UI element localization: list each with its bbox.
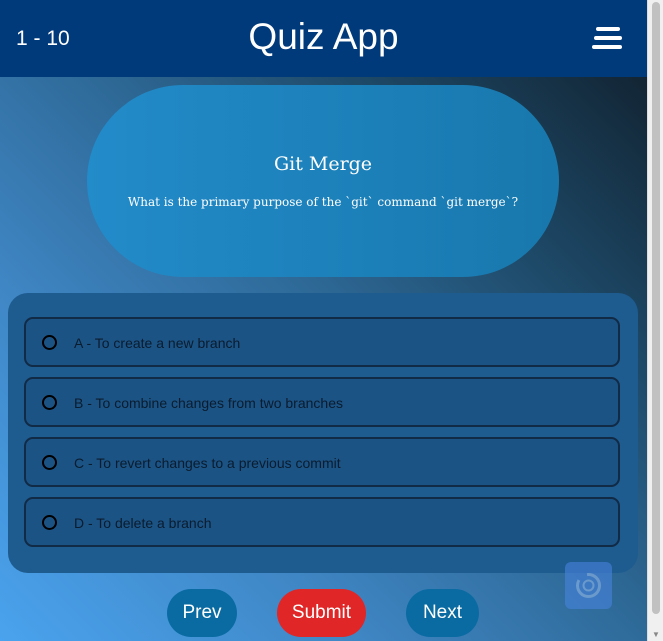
question-text: What is the primary purpose of the `git`… xyxy=(127,195,519,209)
scrollbar-thumb[interactable] xyxy=(652,2,660,614)
radio-button[interactable] xyxy=(42,335,57,350)
radio-button[interactable] xyxy=(42,455,57,470)
option-a[interactable]: A - To create a new branch xyxy=(24,317,620,367)
radio-button[interactable] xyxy=(42,515,57,530)
app-header: 1 - 10 Quiz App xyxy=(0,0,647,77)
option-label: D - To delete a branch xyxy=(74,515,212,531)
option-label: A - To create a new branch xyxy=(74,335,241,351)
options-panel: A - To create a new branch B - To combin… xyxy=(8,293,638,573)
floating-widget-icon[interactable] xyxy=(565,562,612,609)
vertical-scrollbar[interactable]: ▲ ▼ xyxy=(647,0,663,641)
question-card: Git Merge What is the primary purpose of… xyxy=(87,85,559,277)
radio-button[interactable] xyxy=(42,395,57,410)
question-title: Git Merge xyxy=(273,153,373,175)
hamburger-menu-icon[interactable] xyxy=(592,26,624,52)
option-d[interactable]: D - To delete a branch xyxy=(24,497,620,547)
menu-line xyxy=(596,27,620,31)
option-label: C - To revert changes to a previous comm… xyxy=(74,455,341,471)
option-c[interactable]: C - To revert changes to a previous comm… xyxy=(24,437,620,487)
quiz-page: 1 - 10 Quiz App Git Merge What is the pr… xyxy=(0,0,647,641)
prev-button[interactable]: Prev xyxy=(167,589,237,637)
submit-button[interactable]: Submit xyxy=(277,589,366,637)
next-button[interactable]: Next xyxy=(406,589,479,637)
scroll-down-icon[interactable]: ▼ xyxy=(648,629,663,641)
option-label: B - To combine changes from two branches xyxy=(74,395,343,411)
menu-line xyxy=(592,45,622,49)
menu-line xyxy=(594,36,622,40)
option-b[interactable]: B - To combine changes from two branches xyxy=(24,377,620,427)
app-title: Quiz App xyxy=(248,16,399,57)
